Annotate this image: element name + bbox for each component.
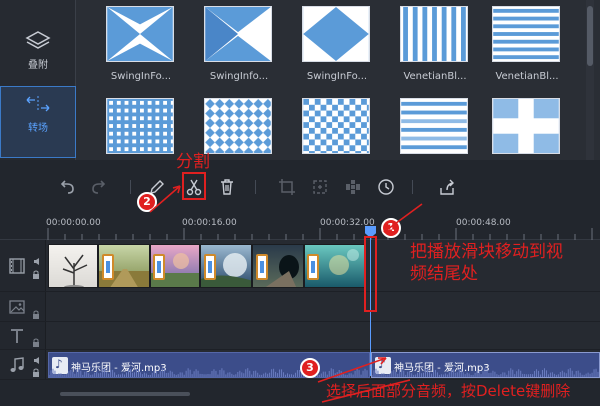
nav-item-overlay[interactable]: 叠附 xyxy=(0,24,76,84)
step3-instruction: 选择后面部分音频，按Delete键删除 xyxy=(326,382,571,400)
transition-thumbnail xyxy=(302,6,370,62)
duration-button[interactable] xyxy=(377,178,395,196)
lock-icon[interactable] xyxy=(32,270,40,279)
ruler-tick-label: 00:00:00.00 xyxy=(46,218,101,228)
transition-tile[interactable]: SwingInFo... xyxy=(302,6,372,82)
transition-thumbnail xyxy=(302,98,370,154)
music-note-icon xyxy=(10,357,24,372)
ruler-tick-label: 00:00:16.00 xyxy=(182,218,237,228)
clock-icon xyxy=(378,179,394,195)
transition-thumbnail xyxy=(400,6,468,62)
transition-thumbnail xyxy=(400,98,468,154)
music-track-header xyxy=(0,350,46,379)
transition-name: VenetianBl... xyxy=(403,71,467,82)
transition-thumbnail xyxy=(204,6,272,62)
timeline-ruler[interactable]: 00:00:00.00 00:00:16.00 00:00:32.00 00:0… xyxy=(0,212,600,240)
transition-name: VenetianBl... xyxy=(495,71,559,82)
layers-icon xyxy=(25,31,51,49)
transition-tile[interactable]: SwingInfo... xyxy=(204,6,274,82)
step3-badge: 3 xyxy=(300,358,320,378)
transition-marker[interactable] xyxy=(102,254,114,280)
transition-thumbnail xyxy=(106,98,174,154)
image-icon xyxy=(9,300,25,314)
export-button[interactable] xyxy=(438,178,456,196)
crop-icon xyxy=(279,179,295,195)
editor-toolbar xyxy=(0,160,600,212)
lock-icon[interactable] xyxy=(32,338,40,347)
overlay-track xyxy=(0,292,600,322)
text-track-header xyxy=(0,322,46,349)
transition-name: SwingInFo... xyxy=(110,71,172,82)
split-highlight-box xyxy=(182,172,206,200)
toolbar-divider xyxy=(412,180,413,194)
mosaic-icon xyxy=(346,180,360,194)
transition-tile[interactable] xyxy=(400,98,470,163)
audio-waveform xyxy=(372,368,599,377)
transition-grid: SwingInFo... SwingInfo... SwingInFo... V… xyxy=(98,0,578,160)
transition-panel: 叠附 转场 SwingInFo... SwingInfo... SwingInF… xyxy=(0,0,600,160)
text-icon xyxy=(11,329,23,343)
transition-marker[interactable] xyxy=(204,254,216,280)
panel-scrollbar-thumb[interactable] xyxy=(587,6,593,66)
split-annotation-label: 分割 xyxy=(176,152,210,172)
redo-icon xyxy=(92,180,106,194)
speaker-icon[interactable] xyxy=(33,356,42,365)
transition-thumbnail xyxy=(204,98,272,154)
step1-instruction: 把播放滑块移动到视 xyxy=(410,242,563,262)
delete-button[interactable] xyxy=(218,178,236,196)
side-nav: 叠附 转场 xyxy=(0,0,76,160)
audio-clip-selected[interactable]: 神马乐团 - 爱河.mp3 xyxy=(371,352,600,378)
transition-name: SwingInfo... xyxy=(209,71,269,82)
nav-overlay-label: 叠附 xyxy=(28,60,48,71)
crop-button[interactable] xyxy=(278,178,296,196)
transition-tile[interactable] xyxy=(204,98,274,163)
share-icon xyxy=(440,179,454,195)
undo-icon xyxy=(60,180,74,194)
transition-tile[interactable] xyxy=(492,98,562,163)
transition-tile[interactable] xyxy=(302,98,372,163)
audio-clip[interactable]: 神马乐团 - 爱河.mp3 xyxy=(48,352,370,378)
transition-name: SwingInFo... xyxy=(306,71,368,82)
transition-arrows-icon xyxy=(26,96,50,112)
transition-tile[interactable]: VenetianBl... xyxy=(400,6,470,82)
lock-icon[interactable] xyxy=(32,310,40,319)
toolbar-divider xyxy=(255,180,256,194)
redo-button[interactable] xyxy=(90,178,108,196)
text-track xyxy=(0,322,600,350)
transition-thumbnail xyxy=(492,6,560,62)
lock-icon[interactable] xyxy=(32,368,40,377)
trash-icon xyxy=(221,179,233,195)
undo-button[interactable] xyxy=(58,178,76,196)
overlay-track-header xyxy=(0,292,46,321)
step1-badge: 1 xyxy=(381,218,401,238)
transition-marker[interactable] xyxy=(256,254,268,280)
audio-waveform xyxy=(49,368,368,377)
transition-tile[interactable] xyxy=(106,98,176,163)
zoom-button[interactable] xyxy=(311,178,329,196)
step1-instruction-line2: 频结尾处 xyxy=(410,264,478,284)
film-icon xyxy=(9,258,25,274)
zoom-icon xyxy=(313,180,327,194)
playhead-highlight-box xyxy=(364,236,377,312)
ruler-tick-label: 00:00:48.00 xyxy=(456,218,511,228)
transition-thumbnail xyxy=(492,98,560,154)
video-track-header xyxy=(0,240,46,291)
video-clip[interactable] xyxy=(48,244,98,288)
nav-transition-label: 转场 xyxy=(28,123,48,134)
transition-tile[interactable]: SwingInFo... xyxy=(106,6,176,82)
transition-marker[interactable] xyxy=(153,254,165,280)
nav-item-transition[interactable]: 转场 xyxy=(0,86,76,158)
panel-scrollbar[interactable] xyxy=(586,0,594,160)
mosaic-button[interactable] xyxy=(344,178,362,196)
speaker-icon[interactable] xyxy=(33,257,42,266)
step2-badge: 2 xyxy=(137,192,157,212)
transition-tile[interactable]: VenetianBl... xyxy=(492,6,562,82)
timeline-hscrollbar[interactable] xyxy=(60,392,190,396)
transition-marker[interactable] xyxy=(307,254,319,280)
clip-thumbnail xyxy=(62,254,88,287)
transition-thumbnail xyxy=(106,6,174,62)
toolbar-divider xyxy=(130,180,131,194)
